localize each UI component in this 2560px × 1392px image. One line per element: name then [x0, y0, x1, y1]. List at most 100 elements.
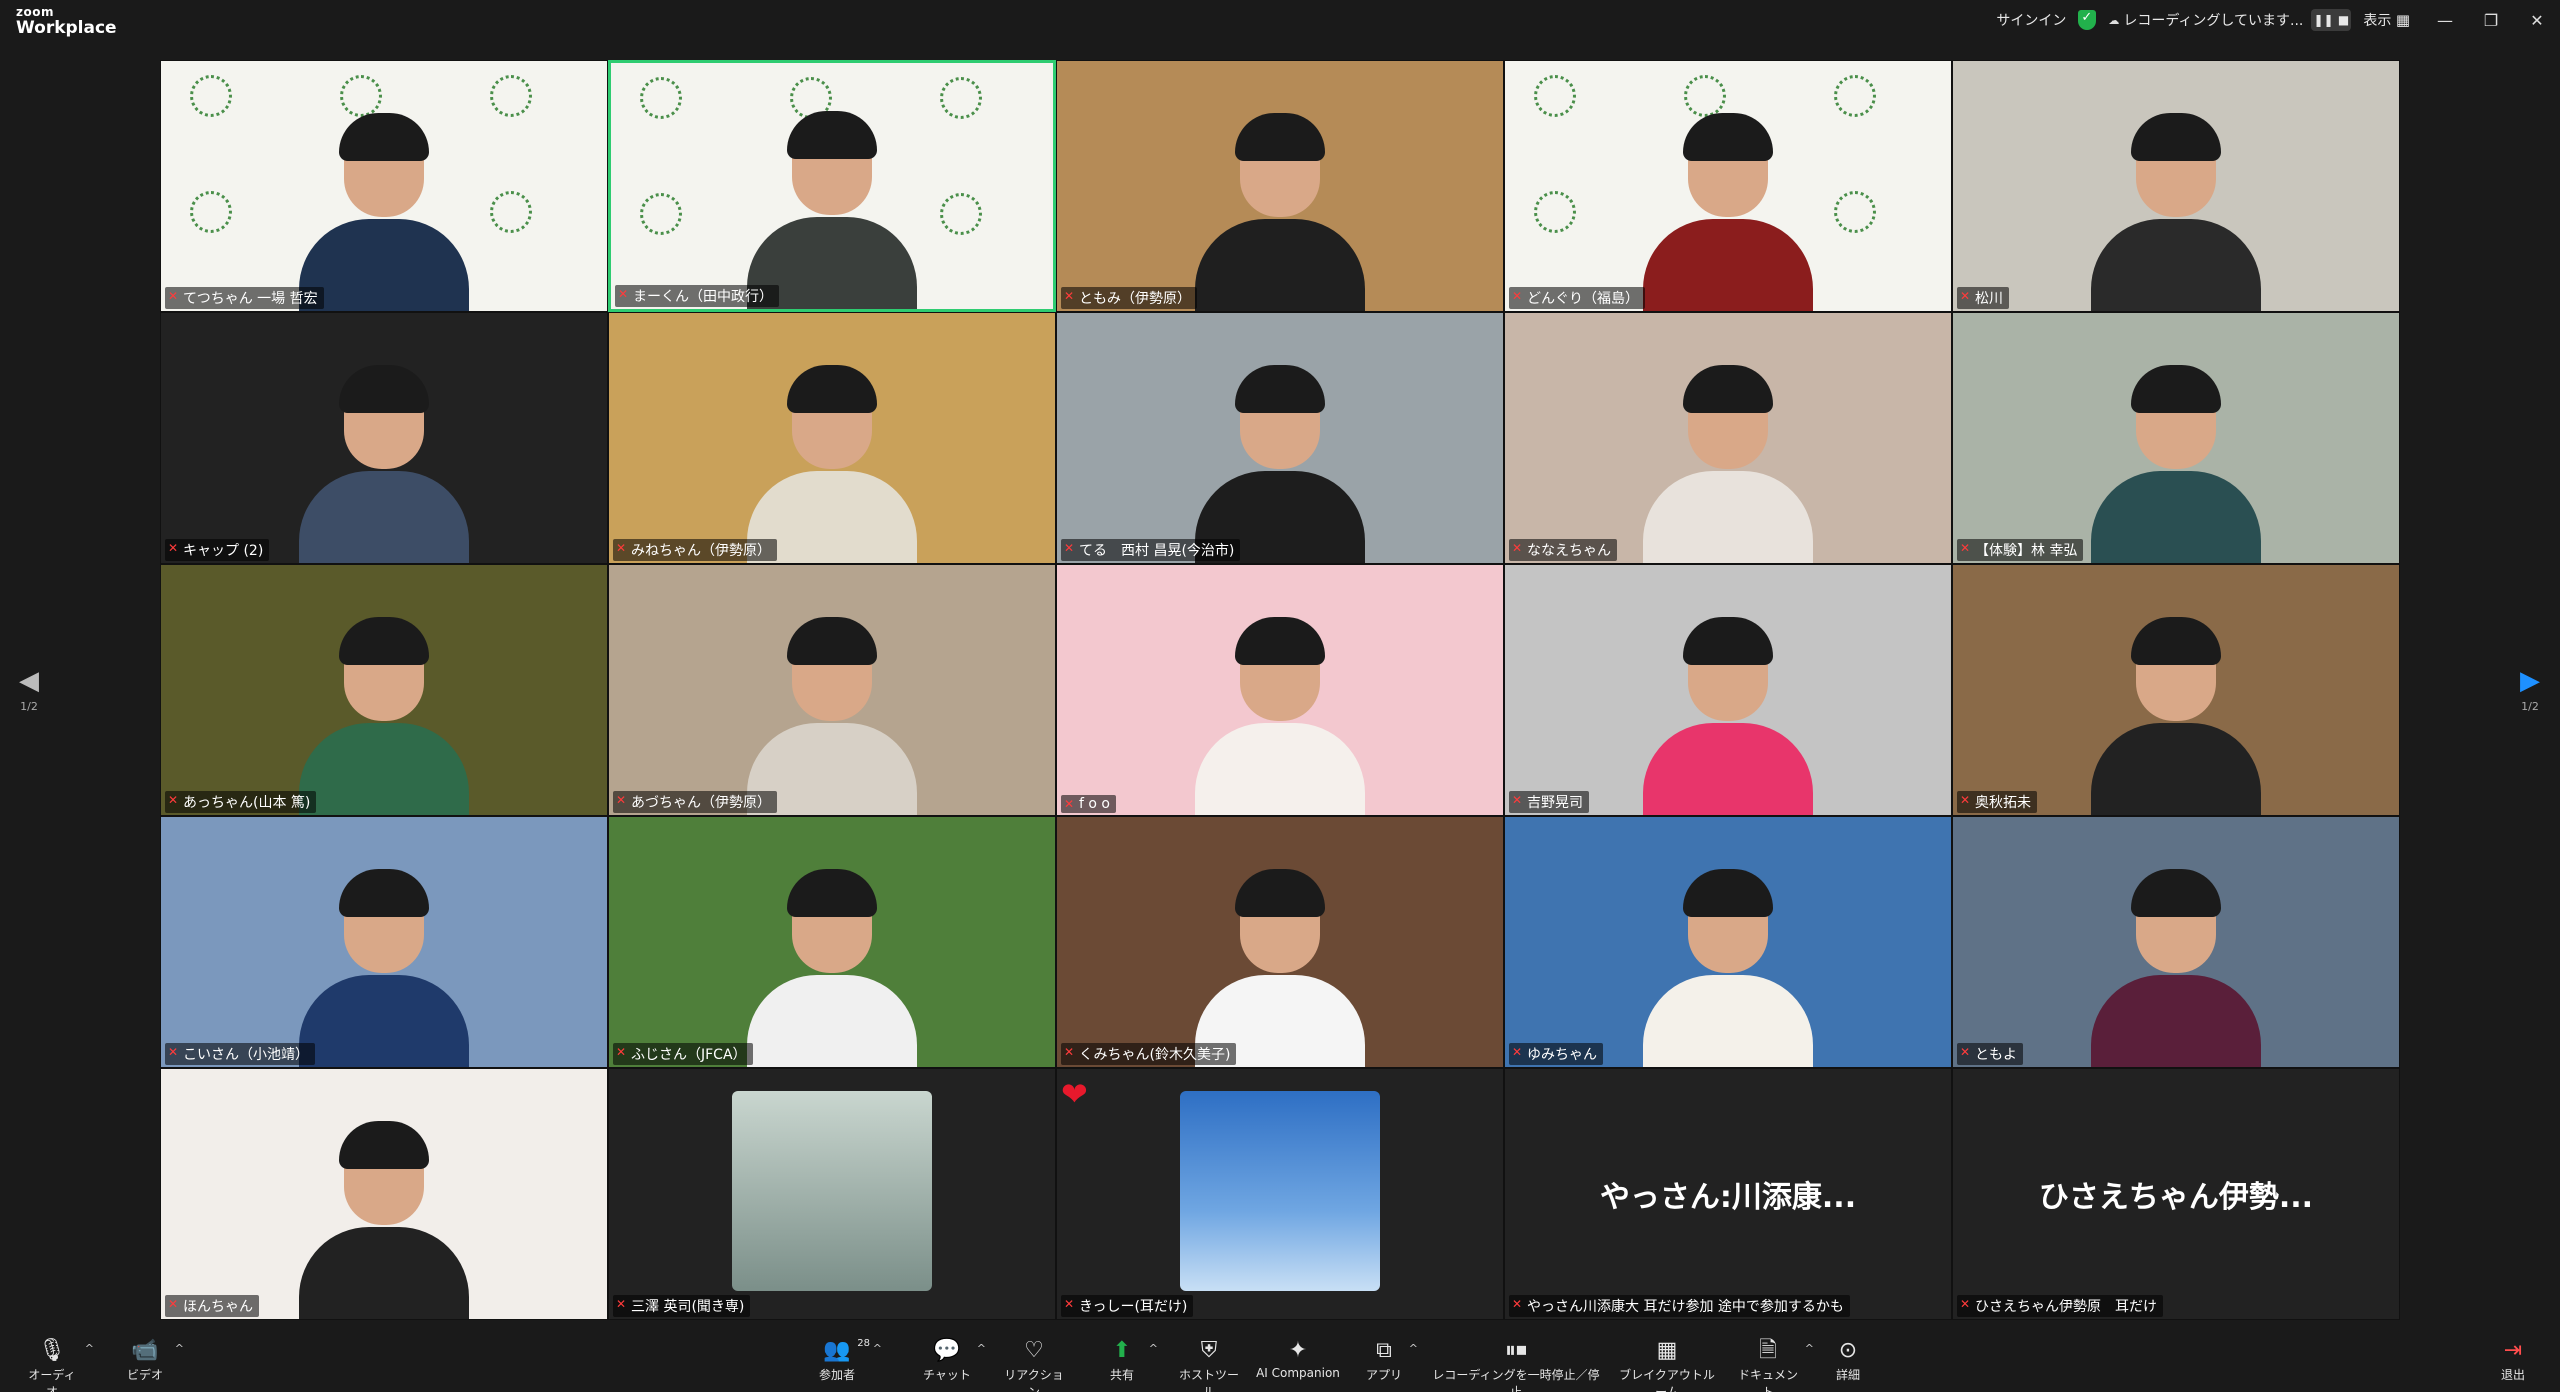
muted-mic-icon: ✕: [168, 793, 179, 807]
muted-mic-icon: ✕: [1960, 793, 1971, 807]
participant-name: 三澤 英司(聞き専): [631, 1299, 745, 1315]
participant-name-label: ✕ まーくん（田中政行）: [615, 285, 779, 307]
participant-name: ともみ（伊勢原）: [1079, 291, 1191, 307]
apps-icon: ⧉: [1376, 1338, 1392, 1363]
grid-icon: ▦: [1656, 1338, 1678, 1363]
more-button[interactable]: ⊙ 詳細: [1830, 1338, 1866, 1383]
participant-tile[interactable]: ひさえちゃん伊勢... ✕ ひさえちゃん伊勢原 耳だけ: [1952, 1068, 2400, 1320]
muted-mic-icon: ✕: [616, 1045, 627, 1059]
participant-tile[interactable]: ✕ こいさん（小池靖）: [160, 816, 608, 1068]
muted-mic-icon: ✕: [1064, 1297, 1075, 1311]
caret-up-icon[interactable]: ^: [1805, 1342, 1814, 1355]
participant-tile[interactable]: ✕ f o o: [1056, 564, 1504, 816]
participant-video: [1195, 857, 1365, 1067]
participant-tile[interactable]: ✕ ともよ: [1952, 816, 2400, 1068]
video-gallery: ✕ てつちゃん 一場 哲宏 ✕ まーくん（田中政行） ✕ ともみ（伊勢原） ✕ どんぐり（福島…: [160, 60, 2400, 1320]
participant-name-label: ✕ ななえちゃん: [1509, 539, 1617, 561]
participant-name-label: ✕ こいさん（小池靖）: [165, 1043, 315, 1065]
muted-mic-icon: ✕: [616, 541, 627, 555]
apps-button[interactable]: ⧉ アプリ ^: [1364, 1338, 1418, 1383]
skydiving-avatar: [1180, 1091, 1380, 1291]
muted-mic-icon: ✕: [1960, 1297, 1971, 1311]
caret-up-icon[interactable]: ^: [977, 1342, 986, 1355]
participant-tile[interactable]: やっさん:川添康... ✕ やっさん川添康大 耳だけ参加 途中で参加するかも: [1504, 1068, 1952, 1320]
chevron-right-icon: ▶: [2520, 666, 2540, 696]
restore-icon[interactable]: ❐: [2468, 11, 2514, 30]
caret-up-icon[interactable]: ^: [85, 1342, 94, 1355]
participant-tile[interactable]: ❤ ✕ きっしー(耳だけ): [1056, 1068, 1504, 1320]
participant-tile[interactable]: ✕ てる 西村 昌晃(今治市): [1056, 312, 1504, 564]
recording-indicator[interactable]: ☁ レコーディングしています... ❚❚ ■: [2108, 9, 2352, 31]
participant-name-label: ✕ 三澤 英司(聞き専): [613, 1295, 751, 1317]
recording-button[interactable]: ⏸⏹ レコーディングを一時停止／停止: [1428, 1338, 1604, 1392]
participant-tile[interactable]: ✕ あっちゃん(山本 篤): [160, 564, 608, 816]
participant-tile[interactable]: ✕ ふじさん（JFCA）: [608, 816, 1056, 1068]
recording-controls[interactable]: ❚❚ ■: [2311, 9, 2352, 31]
participant-tile[interactable]: ✕ キャップ (2): [160, 312, 608, 564]
participant-tile[interactable]: ✕ 吉野晃司: [1504, 564, 1952, 816]
participant-name-label: ✕ 奥秋拓未: [1957, 791, 2037, 813]
participant-name-label: ✕ やっさん川添康大 耳だけ参加 途中で参加するかも: [1509, 1295, 1850, 1317]
muted-mic-icon: ✕: [1960, 541, 1971, 555]
participant-tile[interactable]: ✕ 奥秋拓未: [1952, 564, 2400, 816]
view-button[interactable]: 表示 ▦: [2363, 10, 2410, 30]
muted-mic-icon: ✕: [168, 289, 179, 303]
participant-name: 【体験】林 幸弘: [1975, 543, 2078, 559]
participant-name: ほんちゃん: [183, 1299, 253, 1315]
participant-tile[interactable]: ✕ どんぐり（福島）: [1504, 60, 1952, 312]
participant-video: [747, 99, 917, 309]
recording-label: レコーディングを一時停止／停止: [1432, 1368, 1600, 1392]
participant-video: [299, 101, 469, 311]
participant-name-label: ✕ 松川: [1957, 287, 2009, 309]
encryption-shield-icon[interactable]: [2078, 10, 2097, 30]
reactions-button[interactable]: ♡ リアクション: [1002, 1338, 1066, 1392]
host-tools-button[interactable]: ⛨ ホストツール: [1176, 1338, 1242, 1392]
signin-link[interactable]: サインイン: [1996, 10, 2066, 30]
prev-page-button[interactable]: ◀ 1/2: [9, 668, 49, 713]
participant-tile[interactable]: ✕ 松川: [1952, 60, 2400, 312]
participant-tile[interactable]: ✕ ゆみちゃん: [1504, 816, 1952, 1068]
caret-up-icon[interactable]: ^: [1149, 1342, 1158, 1355]
participant-tile[interactable]: ✕ 【体験】林 幸弘: [1952, 312, 2400, 564]
participant-tile[interactable]: ✕ てつちゃん 一場 哲宏: [160, 60, 608, 312]
participant-tile[interactable]: ✕ あづちゃん（伊勢原）: [608, 564, 1056, 816]
forest-logo-icon: [481, 75, 541, 121]
view-grid-icon: ▦: [2395, 11, 2410, 29]
participant-tile[interactable]: ✕ ななえちゃん: [1504, 312, 1952, 564]
ai-companion-button[interactable]: ✦ AI Companion: [1256, 1338, 1340, 1380]
docs-button[interactable]: 🗎 ドキュメント ^: [1736, 1338, 1814, 1392]
caret-up-icon[interactable]: ^: [175, 1342, 184, 1355]
audio-button[interactable]: 🎙 オーディオ ^: [24, 1338, 94, 1392]
leave-button[interactable]: ⇥ 退出: [2496, 1338, 2530, 1383]
participant-tile[interactable]: ✕ 三澤 英司(聞き専): [608, 1068, 1056, 1320]
chevron-left-icon: ◀: [19, 666, 39, 696]
participant-video: [299, 857, 469, 1067]
participant-video: [1195, 101, 1365, 311]
participant-tile[interactable]: ✕ ともみ（伊勢原）: [1056, 60, 1504, 312]
pause-icon[interactable]: ❚❚: [2313, 13, 2333, 27]
video-button[interactable]: 📹 ビデオ ^: [120, 1338, 184, 1383]
next-page-button[interactable]: ▶ 1/2: [2510, 668, 2550, 713]
caret-up-icon[interactable]: ^: [1409, 1342, 1418, 1355]
participant-tile[interactable]: ✕ みねちゃん（伊勢原）: [608, 312, 1056, 564]
participant-video: [2091, 857, 2261, 1067]
share-button[interactable]: ⬆ 共有 ^: [1100, 1338, 1158, 1383]
caret-up-icon[interactable]: ^: [873, 1342, 882, 1355]
muted-mic-icon: ✕: [1960, 289, 1971, 303]
muted-mic-icon: ✕: [1512, 1297, 1523, 1311]
stop-icon[interactable]: ■: [2338, 13, 2349, 27]
muted-mic-icon: ✕: [168, 1297, 179, 1311]
participant-name: てる 西村 昌晃(今治市): [1079, 543, 1235, 559]
breakout-rooms-button[interactable]: ▦ ブレイクアウトルーム: [1614, 1338, 1720, 1392]
participant-tile[interactable]: ✕ ほんちゃん: [160, 1068, 608, 1320]
chat-label: チャット: [923, 1368, 971, 1382]
participant-name-label: ✕ くみちゃん(鈴木久美子): [1061, 1043, 1237, 1065]
participants-button[interactable]: 👥 28 参加者 ^: [812, 1338, 882, 1383]
chat-button[interactable]: 💬 チャット ^: [922, 1338, 986, 1383]
participant-name: ともよ: [1975, 1047, 2017, 1063]
participant-tile[interactable]: ✕ まーくん（田中政行）: [608, 60, 1056, 312]
participant-name-label: ✕ キャップ (2): [165, 539, 270, 561]
minimize-icon[interactable]: —: [2422, 11, 2468, 30]
participant-tile[interactable]: ✕ くみちゃん(鈴木久美子): [1056, 816, 1504, 1068]
close-icon[interactable]: ✕: [2514, 11, 2560, 30]
